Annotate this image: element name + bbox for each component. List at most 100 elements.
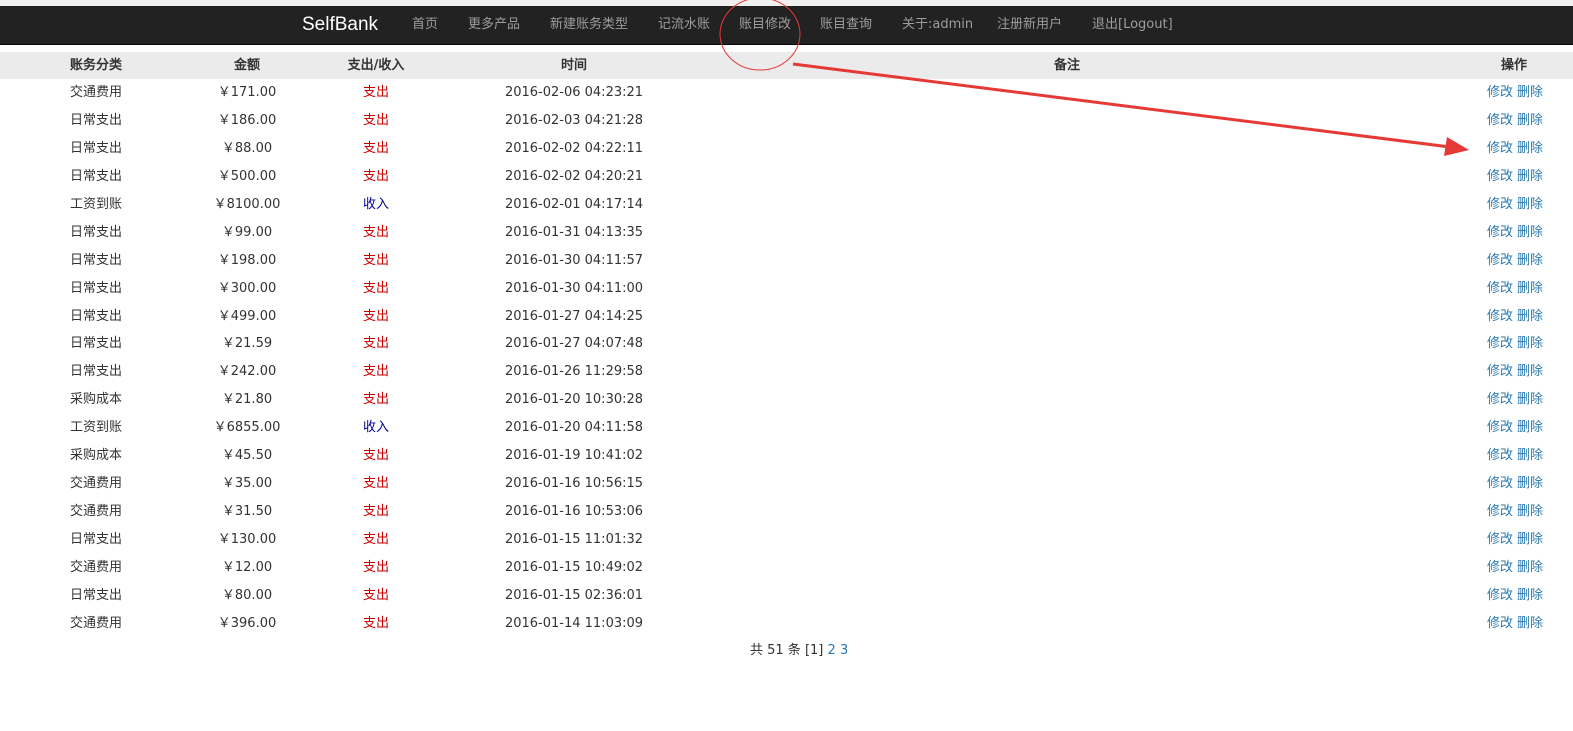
cell-category: 日常支出 — [69, 168, 123, 184]
table-row: 工资到账 ￥6855.00 收入 2016-01-20 04:11:58 修改 删除 — [0, 414, 1573, 442]
nav-query-entries[interactable]: 账目查询 — [820, 6, 872, 44]
nav-logout[interactable]: 退出[Logout] — [1092, 6, 1173, 44]
delete-link[interactable]: 删除 — [1517, 85, 1543, 100]
cell-time: 2016-01-26 11:29:58 — [504, 364, 644, 380]
cell-flow: 支出 — [362, 392, 390, 408]
cell-flow: 支出 — [362, 280, 390, 296]
header-ops: 操作 — [1500, 58, 1528, 73]
edit-link[interactable]: 修改 — [1487, 448, 1513, 463]
nav-edit-entries[interactable]: 账目修改 — [739, 6, 791, 44]
table-row: 交通费用 ￥35.00 支出 2016-01-16 10:56:15 修改 删除 — [0, 470, 1573, 498]
edit-link[interactable]: 修改 — [1487, 141, 1513, 156]
delete-link[interactable]: 删除 — [1517, 392, 1543, 407]
pagination-page-3[interactable]: 3 — [840, 643, 848, 658]
delete-link[interactable]: 删除 — [1517, 225, 1543, 240]
delete-link[interactable]: 删除 — [1517, 281, 1543, 296]
cell-flow: 支出 — [362, 308, 390, 324]
brand-logo[interactable]: SelfBank — [302, 6, 378, 44]
cell-time: 2016-01-30 04:11:57 — [504, 252, 644, 268]
delete-link[interactable]: 删除 — [1517, 448, 1543, 463]
cell-category: 日常支出 — [69, 280, 123, 296]
cell-time: 2016-01-15 11:01:32 — [504, 532, 644, 547]
nav-more-products[interactable]: 更多产品 — [468, 6, 520, 44]
delete-link[interactable]: 删除 — [1517, 420, 1543, 435]
cell-flow: 收入 — [362, 420, 390, 436]
edit-link[interactable]: 修改 — [1487, 364, 1513, 379]
header-flow: 支出/收入 — [347, 58, 405, 73]
table-row: 日常支出 ￥99.00 支出 2016-01-31 04:13:35 修改 删除 — [0, 219, 1573, 247]
cell-flow: 支出 — [362, 252, 390, 268]
cell-amount: ￥21.80 — [221, 392, 273, 408]
cell-flow: 收入 — [362, 196, 390, 212]
edit-link[interactable]: 修改 — [1487, 85, 1513, 100]
delete-link[interactable]: 删除 — [1517, 309, 1543, 324]
table-row: 采购成本 ￥45.50 支出 2016-01-19 10:41:02 修改 删除 — [0, 442, 1573, 470]
table-row: 日常支出 ￥242.00 支出 2016-01-26 11:29:58 修改 删除 — [0, 358, 1573, 386]
edit-link[interactable]: 修改 — [1487, 113, 1513, 128]
cell-ops: 修改 删除 — [1487, 470, 1543, 498]
delete-link[interactable]: 删除 — [1517, 560, 1543, 575]
delete-link[interactable]: 删除 — [1517, 169, 1543, 184]
cell-time: 2016-01-27 04:14:25 — [504, 308, 644, 324]
table-row: 交通费用 ￥171.00 支出 2016-02-06 04:23:21 修改 删除 — [0, 79, 1573, 107]
delete-link[interactable]: 删除 — [1517, 616, 1543, 631]
nav-new-account-type[interactable]: 新建账务类型 — [550, 6, 628, 44]
nav-register-user[interactable]: 注册新用户 — [997, 6, 1062, 44]
edit-link[interactable]: 修改 — [1487, 532, 1513, 547]
delete-link[interactable]: 删除 — [1517, 364, 1543, 379]
edit-link[interactable]: 修改 — [1487, 504, 1513, 519]
delete-link[interactable]: 删除 — [1517, 588, 1543, 603]
edit-link[interactable]: 修改 — [1487, 420, 1513, 435]
cell-ops: 修改 删除 — [1487, 554, 1543, 582]
cell-time: 2016-01-14 11:03:09 — [504, 615, 644, 631]
edit-link[interactable]: 修改 — [1487, 281, 1513, 296]
table-row: 日常支出 ￥80.00 支出 2016-01-15 02:36:01 修改 删除 — [0, 582, 1573, 610]
cell-amount: ￥130.00 — [217, 532, 277, 547]
cell-flow: 支出 — [362, 615, 390, 631]
cell-category: 日常支出 — [69, 140, 123, 156]
cell-ops: 修改 删除 — [1487, 107, 1543, 135]
edit-link[interactable]: 修改 — [1487, 336, 1513, 351]
delete-link[interactable]: 删除 — [1517, 532, 1543, 547]
delete-link[interactable]: 删除 — [1517, 197, 1543, 212]
cell-flow: 支出 — [362, 448, 390, 464]
cell-ops: 修改 删除 — [1487, 358, 1543, 386]
cell-flow: 支出 — [362, 224, 390, 240]
table-row: 日常支出 ￥186.00 支出 2016-02-03 04:21:28 修改 删除 — [0, 107, 1573, 135]
cell-ops: 修改 删除 — [1487, 610, 1543, 638]
cell-time: 2016-02-03 04:21:28 — [504, 112, 644, 128]
delete-link[interactable]: 删除 — [1517, 336, 1543, 351]
cell-ops: 修改 删除 — [1487, 582, 1543, 610]
delete-link[interactable]: 删除 — [1517, 504, 1543, 519]
edit-link[interactable]: 修改 — [1487, 225, 1513, 240]
table-row: 日常支出 ￥198.00 支出 2016-01-30 04:11:57 修改 删除 — [0, 247, 1573, 275]
cell-flow: 支出 — [362, 559, 390, 575]
table-row: 交通费用 ￥31.50 支出 2016-01-16 10:53:06 修改 删除 — [0, 498, 1573, 526]
cell-category: 日常支出 — [69, 308, 123, 324]
nav-about[interactable]: 关于:admin — [902, 6, 973, 44]
edit-link[interactable]: 修改 — [1487, 476, 1513, 491]
edit-link[interactable]: 修改 — [1487, 616, 1513, 631]
cell-ops: 修改 删除 — [1487, 247, 1543, 275]
delete-link[interactable]: 删除 — [1517, 113, 1543, 128]
table-row: 工资到账 ￥8100.00 收入 2016-02-01 04:17:14 修改 删除 — [0, 191, 1573, 219]
edit-link[interactable]: 修改 — [1487, 588, 1513, 603]
nav-record-transaction[interactable]: 记流水账 — [658, 6, 710, 44]
pagination-page-2[interactable]: 2 — [828, 643, 836, 658]
edit-link[interactable]: 修改 — [1487, 197, 1513, 212]
edit-link[interactable]: 修改 — [1487, 392, 1513, 407]
cell-ops: 修改 删除 — [1487, 163, 1543, 191]
cell-amount: ￥500.00 — [217, 168, 277, 184]
cell-ops: 修改 删除 — [1487, 135, 1543, 163]
delete-link[interactable]: 删除 — [1517, 141, 1543, 156]
delete-link[interactable]: 删除 — [1517, 476, 1543, 491]
delete-link[interactable]: 删除 — [1517, 253, 1543, 268]
nav-home[interactable]: 首页 — [412, 6, 438, 44]
edit-link[interactable]: 修改 — [1487, 253, 1513, 268]
edit-link[interactable]: 修改 — [1487, 560, 1513, 575]
edit-link[interactable]: 修改 — [1487, 169, 1513, 184]
ledger-table-body: 交通费用 ￥171.00 支出 2016-02-06 04:23:21 修改 删除 日常支出… — [0, 79, 1573, 638]
cell-ops: 修改 删除 — [1487, 275, 1543, 303]
edit-link[interactable]: 修改 — [1487, 309, 1513, 324]
cell-time: 2016-02-02 04:20:21 — [504, 168, 644, 184]
